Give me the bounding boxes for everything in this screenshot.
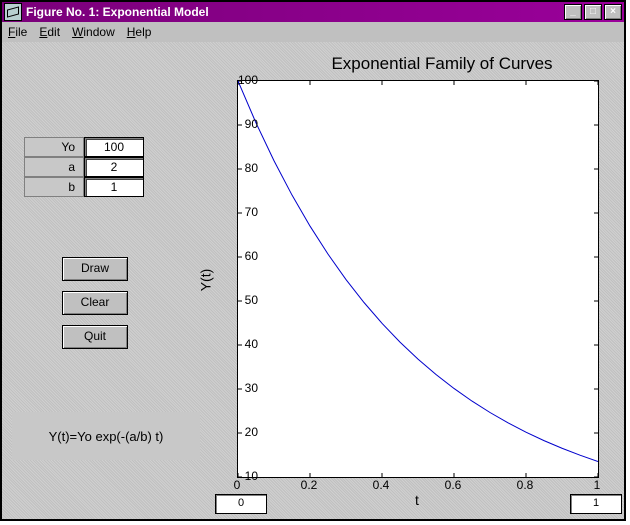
minimize-button[interactable]: _	[564, 4, 582, 20]
y-tick-label: 100	[228, 73, 258, 87]
close-button[interactable]: ×	[604, 4, 622, 20]
menu-help[interactable]: Help	[127, 25, 152, 39]
param-row-yo: Yo 100	[24, 137, 144, 157]
client-area: Exponential Family of Curves Yo 100 a 2 …	[2, 42, 624, 519]
x-tick-label: 0.6	[438, 478, 468, 492]
x-tick-label: 1	[582, 478, 612, 492]
param-label-yo: Yo	[24, 137, 84, 157]
param-row-a: a 2	[24, 157, 144, 177]
y-tick-label: 90	[228, 117, 258, 131]
x-range-max[interactable]: 1	[570, 494, 622, 514]
maximize-button[interactable]: □	[584, 4, 602, 20]
x-axis-label: t	[415, 492, 419, 508]
plot-svg	[238, 81, 598, 477]
x-tick-label: 0.2	[294, 478, 324, 492]
y-tick-label: 50	[228, 293, 258, 307]
param-label-b: b	[24, 177, 84, 197]
formula-text: Y(t)=Yo exp(-(a/b) t)	[49, 429, 164, 444]
app-icon	[4, 3, 22, 21]
action-buttons: Draw Clear Quit	[62, 257, 128, 349]
param-input-a[interactable]: 2	[84, 157, 144, 177]
parameter-table: Yo 100 a 2 b 1	[24, 137, 144, 197]
y-axis-label: Y(t)	[197, 269, 213, 292]
param-input-yo[interactable]: 100	[84, 137, 144, 157]
menu-edit[interactable]: Edit	[39, 25, 60, 39]
x-tick-label: 0.4	[366, 478, 396, 492]
title-bar[interactable]: Figure No. 1: Exponential Model _ □ ×	[2, 2, 624, 22]
plot-area	[237, 80, 599, 478]
chart-title: Exponential Family of Curves	[302, 54, 582, 74]
window-title: Figure No. 1: Exponential Model	[26, 5, 209, 19]
menu-window[interactable]: Window	[72, 25, 115, 39]
y-tick-label: 80	[228, 161, 258, 175]
y-tick-label: 40	[228, 337, 258, 351]
param-label-a: a	[24, 157, 84, 177]
draw-button[interactable]: Draw	[62, 257, 128, 281]
menu-file[interactable]: File	[8, 25, 27, 39]
menu-bar: File Edit Window Help	[2, 22, 624, 42]
y-tick-label: 60	[228, 249, 258, 263]
param-input-b[interactable]: 1	[84, 177, 144, 197]
x-range-min[interactable]: 0	[215, 494, 267, 514]
figure-window: Figure No. 1: Exponential Model _ □ × Fi…	[0, 0, 626, 521]
x-tick-label: 0.8	[510, 478, 540, 492]
y-tick-label: 20	[228, 425, 258, 439]
formula-panel: Y(t)=Yo exp(-(a/b) t)	[12, 412, 200, 460]
clear-button[interactable]: Clear	[62, 291, 128, 315]
x-tick-label: 0	[222, 478, 252, 492]
y-tick-label: 30	[228, 381, 258, 395]
quit-button[interactable]: Quit	[62, 325, 128, 349]
y-tick-label: 70	[228, 205, 258, 219]
param-row-b: b 1	[24, 177, 144, 197]
